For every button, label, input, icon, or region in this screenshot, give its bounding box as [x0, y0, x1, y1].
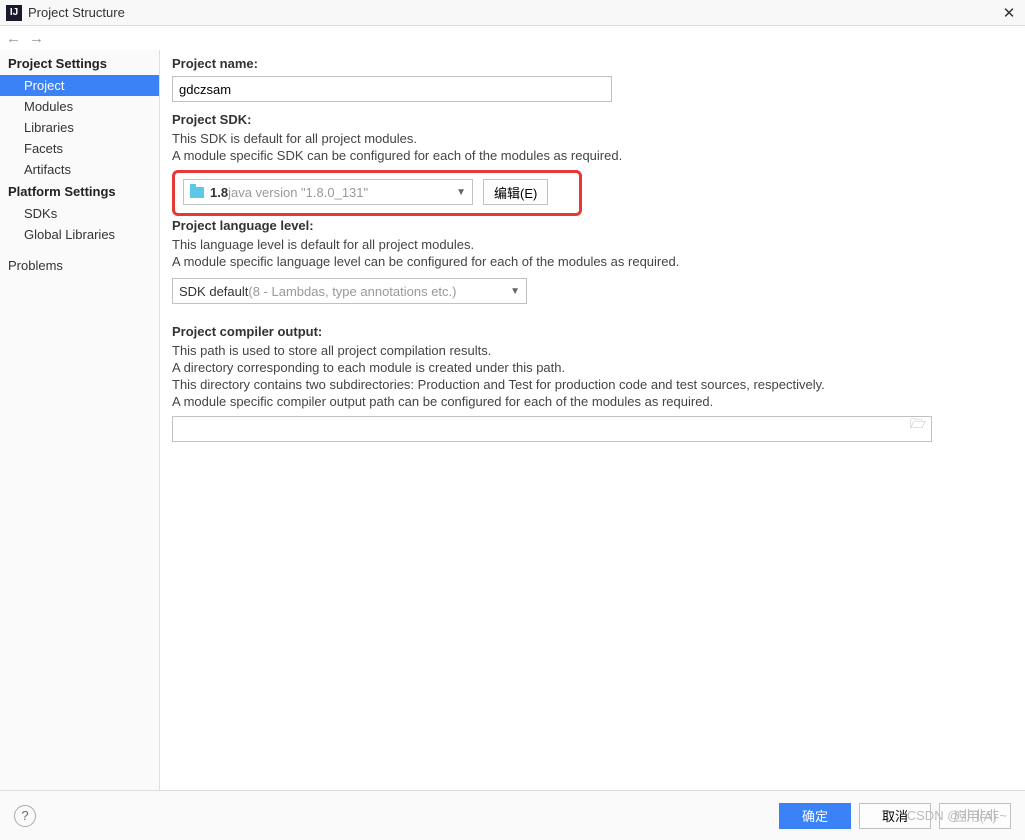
help-icon[interactable]: ?	[14, 805, 36, 827]
sidebar-heading-project-settings: Project Settings	[0, 52, 159, 75]
cancel-button[interactable]: 取消	[859, 803, 931, 829]
project-sdk-combo[interactable]: 1.8 java version "1.8.0_131" ▼	[183, 179, 473, 205]
lang-level-desc2: A module specific language level can be …	[172, 253, 1005, 270]
lang-level-combo[interactable]: SDK default (8 - Lambdas, type annotatio…	[172, 278, 527, 304]
sdk-version-detail: java version "1.8.0_131"	[228, 185, 368, 200]
compiler-output-input[interactable]	[172, 416, 932, 442]
lang-level-detail: (8 - Lambdas, type annotations etc.)	[248, 284, 456, 299]
sidebar-item-artifacts[interactable]: Artifacts	[0, 159, 159, 180]
sdk-version-text: 1.8	[210, 185, 228, 200]
compiler-output-desc2: A directory corresponding to each module…	[172, 359, 1005, 376]
edit-sdk-button[interactable]: 编辑(E)	[483, 179, 548, 205]
sidebar-item-libraries[interactable]: Libraries	[0, 117, 159, 138]
compiler-output-desc1: This path is used to store all project c…	[172, 342, 1005, 359]
sidebar-item-modules[interactable]: Modules	[0, 96, 159, 117]
sidebar-item-sdks[interactable]: SDKs	[0, 203, 159, 224]
sidebar-item-problems[interactable]: Problems	[0, 255, 159, 276]
project-sdk-label: Project SDK:	[172, 112, 1005, 127]
compiler-output-desc4: A module specific compiler output path c…	[172, 393, 1005, 410]
folder-icon	[190, 187, 204, 198]
lang-level-desc1: This language level is default for all p…	[172, 236, 1005, 253]
browse-folder-icon[interactable]: 🗁	[910, 415, 926, 437]
project-name-input[interactable]	[172, 76, 612, 102]
ok-button[interactable]: 确定	[779, 803, 851, 829]
compiler-output-desc3: This directory contains two subdirectori…	[172, 376, 1005, 393]
app-icon: IJ	[6, 5, 22, 21]
project-sdk-desc1: This SDK is default for all project modu…	[172, 130, 1005, 147]
sdk-highlight-box: 1.8 java version "1.8.0_131" ▼ 编辑(E)	[172, 170, 582, 216]
compiler-output-label: Project compiler output:	[172, 324, 1005, 339]
chevron-down-icon: ▼	[510, 286, 520, 297]
project-sdk-desc2: A module specific SDK can be configured …	[172, 147, 1005, 164]
footer: ? 确定 取消 应用(A)	[0, 790, 1025, 840]
chevron-down-icon: ▼	[456, 187, 466, 198]
lang-level-label: Project language level:	[172, 218, 1005, 233]
window-title: Project Structure	[28, 5, 999, 20]
forward-arrow-icon[interactable]: →	[29, 30, 44, 47]
sidebar: Project Settings Project Modules Librari…	[0, 50, 160, 790]
lang-level-value: SDK default	[179, 284, 248, 299]
sidebar-heading-platform-settings: Platform Settings	[0, 180, 159, 203]
apply-button[interactable]: 应用(A)	[939, 803, 1011, 829]
sidebar-item-global-libraries[interactable]: Global Libraries	[0, 224, 159, 245]
close-icon[interactable]: ✕	[999, 4, 1019, 22]
project-name-label: Project name:	[172, 56, 1005, 71]
sidebar-item-project[interactable]: Project	[0, 75, 159, 96]
back-arrow-icon[interactable]: ←	[6, 30, 21, 47]
main-panel: Project name: Project SDK: This SDK is d…	[160, 50, 1025, 790]
sidebar-item-facets[interactable]: Facets	[0, 138, 159, 159]
